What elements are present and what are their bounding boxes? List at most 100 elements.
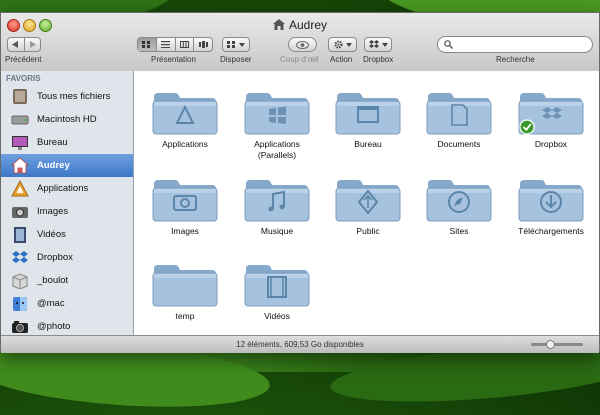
folder-label: Bureau bbox=[354, 139, 382, 149]
sidebar-item-label: Applications bbox=[37, 183, 89, 194]
arrange-label: Disposer bbox=[220, 55, 252, 64]
sidebar-item-applications[interactable]: Applications bbox=[1, 177, 133, 200]
folder-videos[interactable]: Vidéos bbox=[231, 263, 323, 322]
action-label: Action bbox=[330, 55, 353, 64]
file-grid: Applications Applications (Parallels) Bure… bbox=[134, 71, 599, 335]
icon-view-button[interactable] bbox=[138, 38, 157, 51]
folder-label: Vidéos bbox=[264, 311, 290, 321]
back-label: Précédent bbox=[5, 55, 42, 64]
finder-icon bbox=[13, 297, 27, 311]
sidebar-item-label: Tous mes fichiers bbox=[37, 91, 111, 102]
icon-size-slider[interactable] bbox=[531, 343, 583, 346]
sidebar-item-images[interactable]: Images bbox=[1, 200, 133, 223]
status-bar: 12 éléments, 609,53 Go disponibles bbox=[1, 335, 599, 353]
home-icon bbox=[272, 19, 285, 30]
desktop-icon bbox=[12, 136, 28, 150]
folder-icon bbox=[426, 93, 492, 135]
folder-icon bbox=[244, 93, 310, 135]
action-button[interactable] bbox=[328, 37, 357, 52]
folder-label: Images bbox=[171, 226, 199, 236]
folder-icon bbox=[244, 180, 310, 222]
coverflow-icon bbox=[198, 41, 208, 48]
sidebar-item-label: Dropbox bbox=[37, 252, 73, 263]
sidebar-item-mac[interactable]: @mac bbox=[1, 292, 133, 315]
box-icon bbox=[12, 273, 28, 289]
sidebar-item-boulot[interactable]: _boulot bbox=[1, 269, 133, 292]
film-icon bbox=[14, 227, 26, 243]
arrange-grid-icon bbox=[227, 41, 235, 48]
folder-telechargements[interactable]: Téléchargements bbox=[505, 178, 597, 237]
icon-size-slider-knob[interactable] bbox=[546, 340, 555, 349]
folder-label: Téléchargements bbox=[518, 226, 584, 236]
eye-icon bbox=[296, 40, 309, 49]
forward-arrow-icon bbox=[29, 41, 36, 48]
quicklook-button[interactable] bbox=[288, 37, 317, 52]
back-button[interactable] bbox=[8, 38, 25, 51]
list-icon bbox=[161, 41, 171, 48]
folder-public[interactable]: Public bbox=[322, 178, 414, 237]
arrange-button[interactable] bbox=[222, 37, 250, 52]
chevron-down-icon bbox=[239, 42, 245, 47]
sidebar-item-label: Bureau bbox=[37, 137, 68, 148]
columns-icon bbox=[179, 41, 189, 48]
folder-musique[interactable]: Musique bbox=[231, 178, 323, 237]
folder-label: Applications bbox=[162, 139, 208, 149]
folder-applications[interactable]: Applications bbox=[139, 91, 231, 150]
all-files-icon bbox=[13, 89, 27, 104]
camera-icon bbox=[12, 207, 28, 218]
sidebar-item-tous-mes-fichiers[interactable]: Tous mes fichiers bbox=[1, 85, 133, 108]
folder-icon bbox=[518, 93, 584, 135]
back-arrow-icon bbox=[12, 41, 19, 48]
folder-bureau[interactable]: Bureau bbox=[322, 91, 414, 150]
quicklook-label: Coup d’œil bbox=[280, 55, 319, 64]
sidebar-item-dropbox[interactable]: Dropbox bbox=[1, 246, 133, 269]
sidebar-item-audrey[interactable]: Audrey bbox=[1, 154, 133, 177]
sidebar-item-label: Images bbox=[37, 206, 69, 217]
dropbox-label: Dropbox bbox=[363, 55, 394, 64]
sidebar-item-label: _boulot bbox=[37, 275, 69, 286]
status-text: 12 éléments, 609,53 Go disponibles bbox=[236, 340, 364, 349]
column-view-button[interactable] bbox=[176, 38, 195, 51]
window-title-text: Audrey bbox=[288, 18, 328, 32]
search-input[interactable] bbox=[437, 36, 593, 53]
chevron-down-icon bbox=[381, 42, 388, 47]
sidebar: FAVORIS Tous mes fichiers Macintosh HD Bur… bbox=[1, 71, 134, 335]
gear-icon bbox=[334, 40, 342, 49]
sidebar-item-label: @mac bbox=[37, 298, 65, 309]
sidebar-item-label: @photo bbox=[37, 321, 71, 332]
folder-images[interactable]: Images bbox=[139, 178, 231, 237]
folder-label: Musique bbox=[260, 226, 294, 236]
folder-applications-parallels[interactable]: Applications (Parallels) bbox=[231, 91, 323, 161]
folder-label: Applications (Parallels) bbox=[254, 139, 300, 160]
chevron-down-icon bbox=[345, 42, 352, 47]
folder-label: temp bbox=[175, 311, 195, 321]
window-title: Audrey bbox=[1, 18, 599, 32]
folder-sites[interactable]: Sites bbox=[413, 178, 505, 237]
folder-icon bbox=[335, 180, 401, 222]
sidebar-item-macintosh-hd[interactable]: Macintosh HD bbox=[1, 108, 133, 131]
folder-icon bbox=[244, 265, 310, 307]
sidebar-heading: FAVORIS bbox=[6, 74, 41, 83]
folder-dropbox[interactable]: Dropbox bbox=[505, 91, 597, 150]
forward-button[interactable] bbox=[25, 38, 41, 51]
folder-icon bbox=[426, 180, 492, 222]
search-icon bbox=[444, 40, 453, 49]
folder-documents[interactable]: Documents bbox=[413, 91, 505, 150]
folder-icon bbox=[152, 180, 218, 222]
list-view-button[interactable] bbox=[157, 38, 176, 51]
hard-drive-icon bbox=[11, 115, 29, 125]
folder-label: Sites bbox=[449, 226, 469, 236]
coverflow-view-button[interactable] bbox=[194, 38, 212, 51]
folder-temp[interactable]: temp bbox=[139, 263, 231, 322]
folder-label: Dropbox bbox=[534, 139, 568, 149]
dropbox-icon bbox=[12, 251, 28, 263]
dropbox-menu-button[interactable] bbox=[364, 37, 392, 52]
sidebar-item-vid-os[interactable]: Vidéos bbox=[1, 223, 133, 246]
icon-grid-icon bbox=[142, 41, 151, 48]
back-forward-control bbox=[7, 37, 41, 52]
sidebar-item-bureau[interactable]: Bureau bbox=[1, 131, 133, 154]
photo-camera-icon bbox=[12, 321, 28, 333]
applications-icon bbox=[11, 180, 29, 197]
view-control bbox=[137, 37, 213, 52]
folder-label: Public bbox=[356, 226, 380, 236]
